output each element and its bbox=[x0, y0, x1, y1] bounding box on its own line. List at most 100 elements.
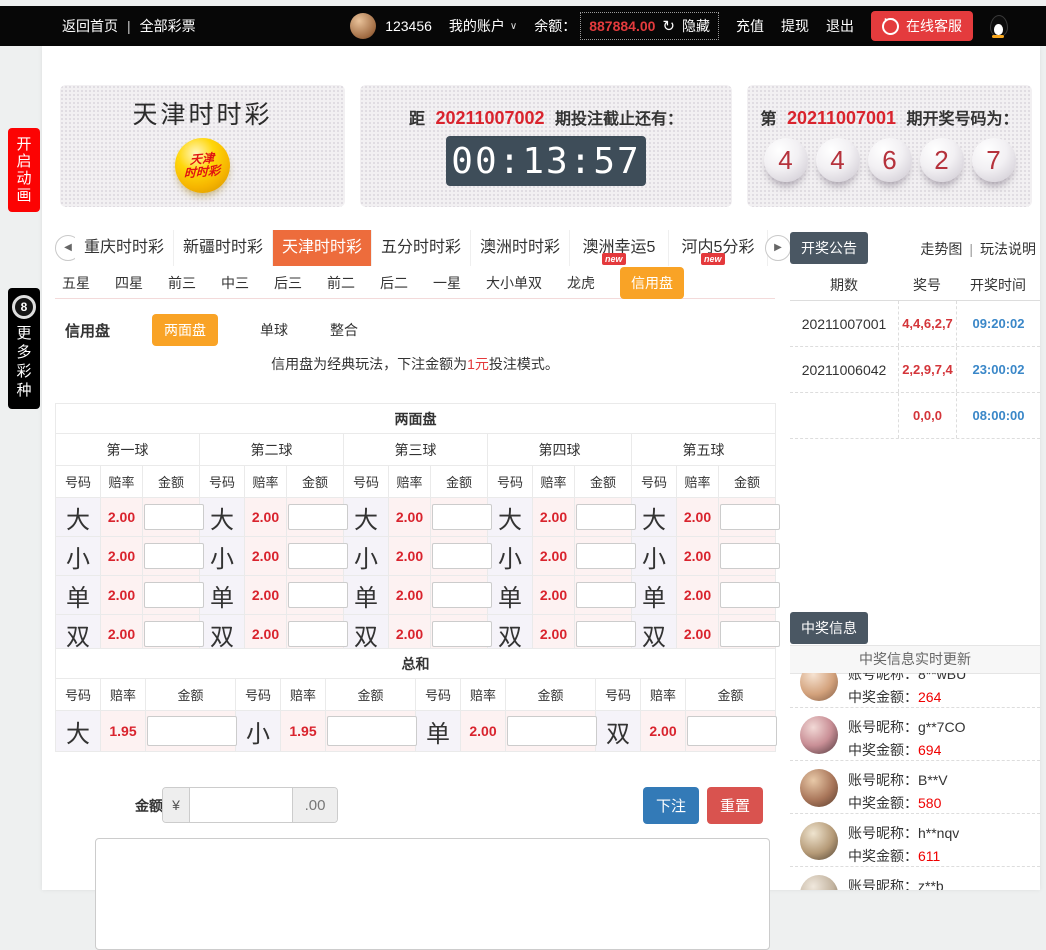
trend-chart-link[interactable]: 走势图 bbox=[920, 241, 962, 257]
reset-button[interactable]: 重置 bbox=[707, 787, 763, 824]
bet-amount-input[interactable] bbox=[507, 716, 597, 746]
result-numbers: 2,2,9,7,4 bbox=[898, 347, 956, 392]
winners-info-button[interactable]: 中奖信息 bbox=[790, 612, 868, 644]
recharge-link[interactable]: 充值 bbox=[736, 16, 764, 36]
bet-amount-input[interactable] bbox=[576, 621, 636, 647]
bet-amount-input[interactable] bbox=[432, 621, 492, 647]
bet-amount-input[interactable] bbox=[144, 621, 204, 647]
bet-amount-input[interactable] bbox=[288, 543, 348, 569]
column-header: 赔率 bbox=[641, 679, 686, 711]
countdown-card: 距 20211007002 期投注截止还有： 00:13:57 bbox=[360, 85, 732, 207]
winner-amount-value: 694 bbox=[918, 742, 941, 758]
play-type-tab[interactable]: 后三 bbox=[274, 273, 302, 293]
play-type-tab[interactable]: 五星 bbox=[62, 273, 90, 293]
customer-service-label: 在线客服 bbox=[906, 16, 962, 36]
odds-value: 2.00 bbox=[245, 498, 287, 537]
ball-header: 第五球 bbox=[632, 434, 776, 466]
bet-amount-input[interactable] bbox=[147, 716, 237, 746]
mode-tab[interactable]: 两面盘 bbox=[152, 314, 218, 346]
balance-value: 887884.00 bbox=[589, 18, 655, 34]
bet-amount-input[interactable] bbox=[576, 543, 636, 569]
home-link[interactable]: 返回首页 bbox=[62, 16, 118, 36]
bet-amount-input[interactable] bbox=[327, 716, 417, 746]
mode-tab[interactable]: 整合 bbox=[330, 320, 358, 340]
bet-option-label: 小 bbox=[344, 537, 389, 576]
column-header: 金额 bbox=[431, 466, 488, 498]
more-lottery-button[interactable]: 更多彩种 bbox=[8, 288, 40, 409]
animation-toggle-button[interactable]: 开启动画 bbox=[8, 128, 40, 212]
countdown-suffix: 期投注截止还有： bbox=[555, 111, 683, 128]
play-type-tab[interactable]: 前二 bbox=[327, 273, 355, 293]
play-type-tab[interactable]: 大小单双 bbox=[486, 273, 542, 293]
lottery-name: 天津时时彩 bbox=[60, 95, 345, 131]
bet-option-label: 大 bbox=[488, 498, 533, 537]
results-header-issue: 期数 bbox=[790, 275, 898, 295]
amount-cell bbox=[143, 537, 200, 576]
winner-list-item: 账号昵称：8**wBU中奖金额：264 bbox=[790, 673, 1040, 708]
bet-amount-input[interactable] bbox=[432, 582, 492, 608]
winner-nickname-value: z**b bbox=[918, 878, 944, 890]
winner-amount: 中奖金额：611 bbox=[848, 843, 1040, 866]
bet-amount-input[interactable] bbox=[288, 621, 348, 647]
bet-amount-input[interactable] bbox=[144, 582, 204, 608]
mode-tab[interactable]: 单球 bbox=[260, 320, 288, 340]
amount-cell bbox=[287, 576, 344, 615]
logout-link[interactable]: 退出 bbox=[826, 16, 854, 36]
odds-value: 2.00 bbox=[101, 498, 143, 537]
play-type-tab[interactable]: 信用盘 bbox=[620, 267, 684, 299]
bet-amount-input[interactable] bbox=[720, 504, 780, 530]
bet-amount-input[interactable] bbox=[288, 582, 348, 608]
customer-service-button[interactable]: 在线客服 bbox=[871, 11, 973, 41]
bet-amount-input[interactable] bbox=[288, 504, 348, 530]
bet-amount-input[interactable] bbox=[720, 582, 780, 608]
winner-avatar bbox=[800, 716, 838, 754]
results-panel: 期数 奖号 开奖时间 202110070014,4,6,2,709:20:022… bbox=[790, 270, 1040, 439]
play-type-tab[interactable]: 中三 bbox=[221, 273, 249, 293]
bet-amount-input[interactable] bbox=[144, 543, 204, 569]
odds-value: 2.00 bbox=[461, 711, 506, 752]
total-amount-input[interactable] bbox=[190, 788, 292, 822]
lottery-tab[interactable]: 天津时时彩 bbox=[273, 230, 372, 266]
lottery-tab[interactable]: 五分时时彩 bbox=[372, 230, 471, 266]
play-type-tab[interactable]: 一星 bbox=[433, 273, 461, 293]
lottery-tab[interactable]: 澳洲时时彩 bbox=[471, 230, 570, 266]
results-row: 0,0,008:00:00 bbox=[790, 393, 1040, 439]
hide-balance-link[interactable]: 隐藏 bbox=[682, 16, 710, 36]
winner-nickname-value: g**7CO bbox=[918, 719, 965, 735]
odds-value: 2.00 bbox=[389, 576, 431, 615]
play-type-tab[interactable]: 四星 bbox=[115, 273, 143, 293]
bet-amount-input[interactable] bbox=[687, 716, 777, 746]
refresh-icon[interactable]: ↻ bbox=[662, 17, 675, 35]
new-badge: new bbox=[602, 253, 626, 265]
balance-label: 余额： bbox=[534, 16, 576, 36]
play-type-tab[interactable]: 龙虎 bbox=[567, 273, 595, 293]
column-header: 号码 bbox=[416, 679, 461, 711]
tabs-scroll-right-button[interactable]: ▶ bbox=[765, 235, 791, 261]
bet-amount-input[interactable] bbox=[432, 504, 492, 530]
play-type-tab[interactable]: 前三 bbox=[168, 273, 196, 293]
bet-form: 金额 ¥ .00 下注 重置 bbox=[55, 785, 775, 825]
new-badge: new bbox=[701, 253, 725, 265]
my-account-menu[interactable]: 我的账户 ∨ bbox=[449, 16, 517, 36]
bet-amount-input[interactable] bbox=[144, 504, 204, 530]
withdraw-link[interactable]: 提现 bbox=[781, 16, 809, 36]
bet-amount-input[interactable] bbox=[720, 543, 780, 569]
play-type-tab[interactable]: 后二 bbox=[380, 273, 408, 293]
lottery-tab[interactable]: 重庆时时彩 bbox=[75, 230, 174, 266]
bet-amount-input[interactable] bbox=[576, 582, 636, 608]
lottery-tab[interactable]: 澳洲幸运5new bbox=[570, 230, 669, 266]
column-header: 号码 bbox=[488, 466, 533, 498]
place-bet-button[interactable]: 下注 bbox=[643, 787, 699, 824]
bet-amount-input[interactable] bbox=[432, 543, 492, 569]
all-lottery-link[interactable]: 全部彩票 bbox=[140, 16, 196, 36]
results-header-numbers: 奖号 bbox=[898, 275, 956, 295]
rules-link[interactable]: 玩法说明 bbox=[980, 241, 1036, 257]
lottery-tab[interactable]: 河内5分彩new bbox=[669, 230, 768, 266]
draw-announcement-button[interactable]: 开奖公告 bbox=[790, 232, 868, 264]
user-avatar[interactable] bbox=[350, 13, 376, 39]
qq-icon[interactable] bbox=[990, 15, 1008, 37]
bet-amount-input[interactable] bbox=[576, 504, 636, 530]
lottery-tab[interactable]: 新疆时时彩 bbox=[174, 230, 273, 266]
bet-amount-input[interactable] bbox=[720, 621, 780, 647]
more-lottery-label: 更多彩种 bbox=[16, 324, 32, 400]
